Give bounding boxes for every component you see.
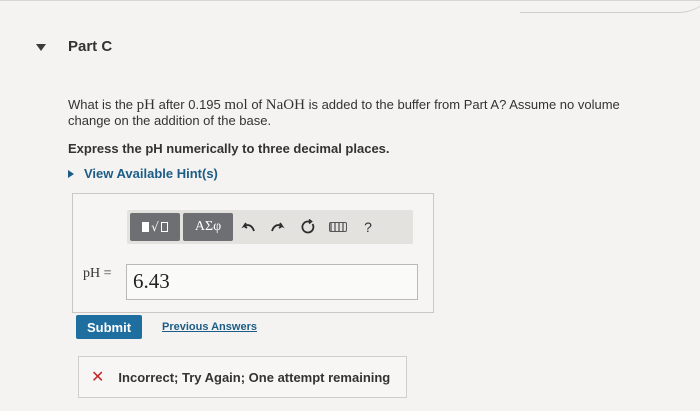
chevron-down-icon[interactable] [36,44,46,51]
caret-right-icon [68,169,74,178]
undo-icon[interactable] [233,213,263,241]
ph-answer-input[interactable]: 6.43 [126,264,418,300]
part-header[interactable]: Part C [36,38,112,55]
card-curve [520,0,700,13]
templates-icon: √ [142,220,168,234]
question-card: Part C What is the pH after 0.195 mol of… [0,0,700,411]
question-text: What is the pH after 0.195 mol of NaOH i… [68,97,620,128]
reset-icon[interactable] [293,213,323,241]
help-button[interactable]: ? [353,213,383,241]
x-icon: ✕ [91,369,105,386]
redo-icon[interactable] [263,213,293,241]
part-title: Part C [68,38,113,55]
previous-answers-link[interactable]: Previous Answers [162,321,257,333]
instruction-text: Express the pH numerically to three deci… [68,141,390,156]
answer-box: √ ΑΣφ ? pH = 6.43 [72,193,434,313]
math-toolbar: √ ΑΣφ ? [127,210,413,244]
ph-label: pH = [83,266,112,281]
feedback-box: ✕ Incorrect; Try Again; One attempt rema… [78,356,407,398]
feedback-text: Incorrect; Try Again; One attempt remain… [118,369,391,385]
hints-label[interactable]: View Available Hint(s) [84,166,218,181]
keyboard-icon[interactable] [323,213,353,241]
templates-button[interactable]: √ [130,213,180,241]
view-hints-link[interactable]: View Available Hint(s) [68,166,218,181]
submit-button[interactable]: Submit [76,315,142,339]
greek-symbols-button[interactable]: ΑΣφ [183,213,233,241]
